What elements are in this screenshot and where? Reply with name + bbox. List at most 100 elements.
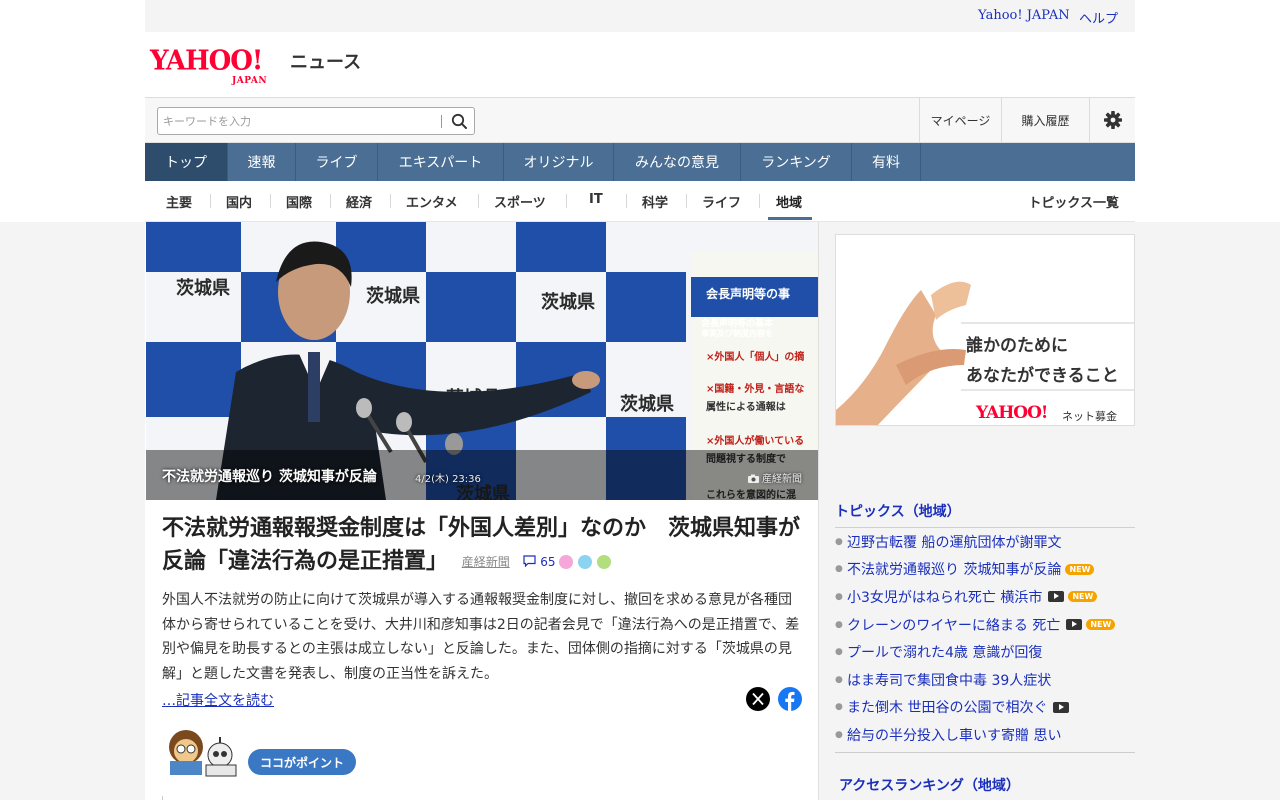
tab-it[interactable]: IT — [589, 192, 603, 207]
tab-separator — [759, 194, 760, 208]
nav-top[interactable]: トップ — [145, 143, 228, 181]
nav-original[interactable]: オリジナル — [504, 143, 614, 181]
tab-separator — [330, 194, 331, 208]
topic-item[interactable]: ● 辺野古転覆 船の運航団体が謝罪文 — [835, 528, 1135, 556]
tab-separator — [390, 194, 391, 208]
settings-button[interactable] — [1089, 98, 1135, 142]
comments-link[interactable]: 65 — [523, 555, 559, 569]
tab-local[interactable]: 地域 — [776, 192, 802, 211]
topic-title: クレーンのワイヤーに絡まる 死亡 — [847, 617, 1061, 634]
bullet: ● — [835, 729, 843, 740]
access-ranking-title[interactable]: アクセスランキング（地域） — [835, 775, 1135, 800]
mascot-characters-icon — [169, 730, 237, 777]
article-main: 茨城県 茨城県 茨城県 茨城県 茨城県 茨城県 会長声明等の事 会長声明等の基本… — [145, 222, 819, 800]
video-icon — [1066, 619, 1083, 631]
point-characters — [162, 727, 242, 777]
reaction-faces[interactable] — [559, 546, 611, 579]
article-photo[interactable]: 茨城県 茨城県 茨城県 茨城県 茨城県 茨城県 会長声明等の事 会長声明等の基本… — [146, 222, 818, 500]
topic-item[interactable]: ● 給与の半分投入し車いす寄贈 思い — [835, 721, 1135, 749]
search-input[interactable] — [163, 111, 433, 131]
topic-item[interactable]: ● 小3女児がはねられ死亡 横浜市 NEW — [835, 583, 1135, 611]
purchase-history-link[interactable]: 購入履歴 — [1001, 98, 1089, 142]
ad-headline-2: あなたができること — [966, 366, 1119, 386]
point-badge[interactable]: ココがポイント — [248, 749, 357, 775]
reaction-face-icon — [559, 554, 574, 569]
tab-separator — [686, 194, 687, 208]
article-source-link[interactable]: 産経新聞 — [462, 555, 510, 569]
topic-title: 不法就労通報巡り 茨城知事が反論 — [847, 562, 1062, 579]
new-badge: NEW — [1065, 563, 1095, 575]
bullet: ● — [835, 591, 843, 602]
topics-divider — [835, 752, 1135, 753]
nav-ranking[interactable]: ランキング — [741, 143, 852, 181]
read-full-article-link[interactable]: …記事全文を読む — [162, 690, 274, 710]
utility-bar: Yahoo! JAPAN ヘルプ — [145, 0, 1135, 32]
tab-separator — [626, 194, 627, 208]
search-box — [157, 107, 475, 135]
ad-headline-1: 誰かのために — [966, 336, 1068, 356]
backdrop-text: 茨城県 — [541, 291, 595, 313]
tab-life[interactable]: ライフ — [702, 192, 741, 211]
news-logo-text[interactable]: ニュース — [290, 48, 361, 74]
backdrop-text: 茨城県 — [620, 393, 674, 415]
category-tabs: 主要 国内 国際 経済 エンタメ スポーツ IT 科学 ライフ 地域 トピックス… — [145, 181, 1135, 222]
nav-live[interactable]: ライブ — [296, 143, 378, 181]
yahoo-japan-logo[interactable]: YAHOO! JAPAN — [150, 45, 290, 86]
help-link[interactable]: ヘルプ — [1079, 8, 1118, 27]
tab-separator — [210, 194, 211, 208]
backdrop-text: 茨城県 — [176, 277, 230, 299]
bullet: ● — [835, 536, 843, 547]
topic-title: また倒木 世田谷の公園で相次ぐ — [847, 700, 1048, 717]
ad-yahoo-logo: YAHOO! — [976, 403, 1048, 423]
panel-text: 会長声明等の基本 — [701, 317, 774, 329]
panel-text: 属性による通報は — [706, 400, 786, 413]
share-x-button[interactable] — [746, 687, 770, 711]
donation-ad-banner[interactable]: 誰かのために あなたができること YAHOO! ネット募金 — [835, 234, 1135, 426]
tab-main[interactable]: 主要 — [166, 192, 192, 211]
search-button[interactable] — [448, 111, 470, 131]
tab-science[interactable]: 科学 — [642, 192, 668, 211]
search-bar-row: マイページ 購入履歴 — [145, 98, 1135, 143]
share-facebook-button[interactable] — [778, 687, 802, 711]
sidebar: 誰かのために あなたができること YAHOO! ネット募金 トピックス（地域） … — [835, 222, 1135, 800]
topic-item[interactable]: ● また倒木 世田谷の公園で相次ぐ — [835, 694, 1135, 722]
tab-sports[interactable]: スポーツ — [494, 192, 546, 211]
nav-paid[interactable]: 有料 — [852, 143, 921, 181]
photo-caption[interactable]: 不法就労通報巡り 茨城知事が反論 — [162, 466, 377, 486]
panel-text: 事実及び制度内容を — [701, 328, 773, 338]
topic-item[interactable]: ● クレーンのワイヤーに絡まる 死亡 NEW — [835, 611, 1135, 639]
new-badge: NEW — [1086, 619, 1116, 631]
search-divider — [441, 115, 442, 128]
tab-separator — [270, 194, 271, 208]
topic-item[interactable]: ● 不法就労通報巡り 茨城知事が反論 NEW — [835, 556, 1135, 584]
tab-economy[interactable]: 経済 — [346, 192, 372, 211]
photo-date: 4/2(木) 23:36 — [415, 474, 481, 485]
topic-title: はま寿司で集団食中毒 39人症状 — [847, 672, 1052, 689]
topic-item[interactable]: ● プールで溺れた4歳 意識が回復 — [835, 638, 1135, 666]
topics-list-link[interactable]: トピックス一覧 — [1028, 192, 1119, 211]
nav-expert[interactable]: エキスパート — [378, 143, 504, 181]
topic-title: 小3女児がはねられ死亡 横浜市 — [847, 589, 1043, 606]
active-tab-indicator — [768, 217, 812, 220]
topic-title: 給与の半分投入し車いす寄贈 思い — [847, 727, 1062, 744]
tab-domestic[interactable]: 国内 — [226, 192, 252, 211]
bullet: ● — [835, 702, 843, 713]
tab-entertainment[interactable]: エンタメ — [406, 192, 458, 211]
camera-icon — [747, 474, 759, 483]
tab-separator — [566, 194, 567, 208]
nav-opinions[interactable]: みんなの意見 — [614, 143, 741, 181]
video-icon — [1053, 701, 1070, 713]
ad-service-name: ネット募金 — [1062, 410, 1117, 423]
nav-breaking[interactable]: 速報 — [228, 143, 296, 181]
topics-section-title[interactable]: トピックス（地域） — [835, 501, 1135, 528]
topic-title: 辺野古転覆 船の運航団体が謝罪文 — [847, 534, 1062, 551]
facebook-logo-icon — [785, 691, 795, 711]
yahoo-japan-link[interactable]: Yahoo! JAPAN — [978, 8, 1070, 23]
tab-international[interactable]: 国際 — [286, 192, 312, 211]
bullet: ● — [835, 564, 843, 575]
mypage-link[interactable]: マイページ — [919, 98, 1001, 142]
comment-count: 65 — [540, 554, 556, 569]
tab-separator — [478, 194, 479, 208]
panel-text: ×外国人が働いている — [706, 434, 804, 447]
topic-item[interactable]: ● はま寿司で集団食中毒 39人症状 — [835, 666, 1135, 694]
